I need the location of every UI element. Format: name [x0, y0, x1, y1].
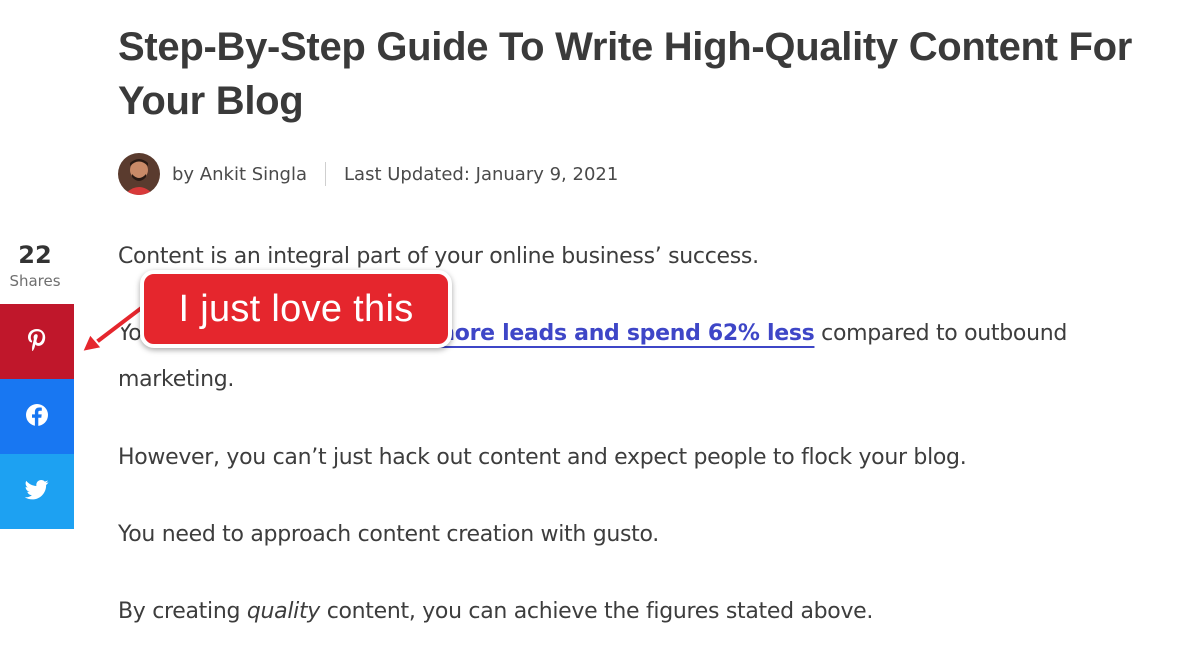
facebook-share-button[interactable]: [0, 379, 74, 454]
author-avatar[interactable]: [118, 153, 160, 195]
article-meta: by Ankit Singla Last Updated: January 9,…: [118, 152, 618, 196]
paragraph-5-post: content, you can achieve the figures sta…: [320, 599, 874, 624]
twitter-icon: [24, 479, 49, 504]
article-title: Step-By-Step Guide To Write High-Quality…: [118, 25, 1133, 123]
facebook-icon: [25, 403, 49, 431]
share-sidebar: 22 Shares: [0, 240, 74, 529]
author-name[interactable]: by Ankit Singla: [172, 164, 307, 185]
annotation-arrow: [81, 302, 148, 353]
paragraph-5: By creating quality content, you can ach…: [118, 589, 1178, 635]
paragraph-2-continued: marketing.: [118, 367, 235, 392]
paragraph-3: However, you can’t just hack out content…: [118, 445, 967, 470]
share-label: Shares: [9, 272, 61, 290]
paragraph-5-emphasis: quality: [246, 599, 320, 624]
twitter-share-button[interactable]: [0, 454, 74, 529]
annotation-callout: I just love this: [140, 270, 452, 348]
share-count: 22: [18, 241, 52, 269]
meta-divider: [325, 162, 327, 186]
stats-link[interactable]: es more leads and spend 62% less: [397, 321, 814, 346]
last-updated: Last Updated: January 9, 2021: [344, 163, 619, 185]
paragraph-5-pre: By creating: [118, 599, 247, 624]
paragraph-4: You need to approach content creation wi…: [118, 522, 659, 547]
pinterest-icon: [26, 327, 48, 357]
paragraph-2-end: compared to outbound: [814, 321, 1068, 346]
pinterest-share-button[interactable]: [0, 304, 74, 379]
